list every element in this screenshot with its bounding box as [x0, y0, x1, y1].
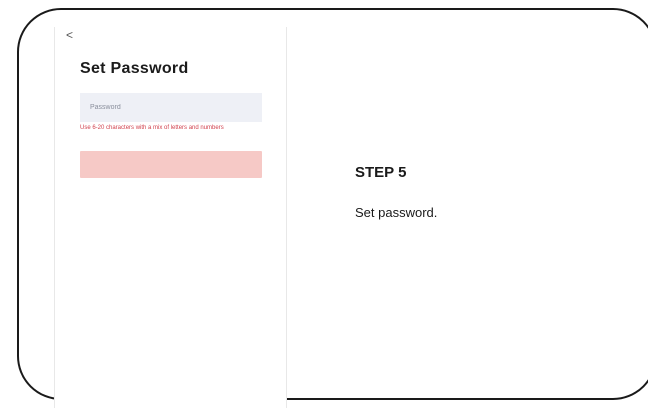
phone-screen: < Set Password Use 6-20 characters with … [54, 27, 287, 408]
password-input[interactable] [80, 93, 262, 122]
password-hint: Use 6-20 characters with a mix of letter… [80, 125, 224, 131]
page-title: Set Password [80, 60, 189, 77]
step-description: Set password. [355, 205, 438, 220]
chevron-left-icon[interactable]: < [66, 29, 73, 41]
submit-button[interactable] [80, 151, 262, 178]
step-heading: STEP 5 [355, 164, 407, 181]
